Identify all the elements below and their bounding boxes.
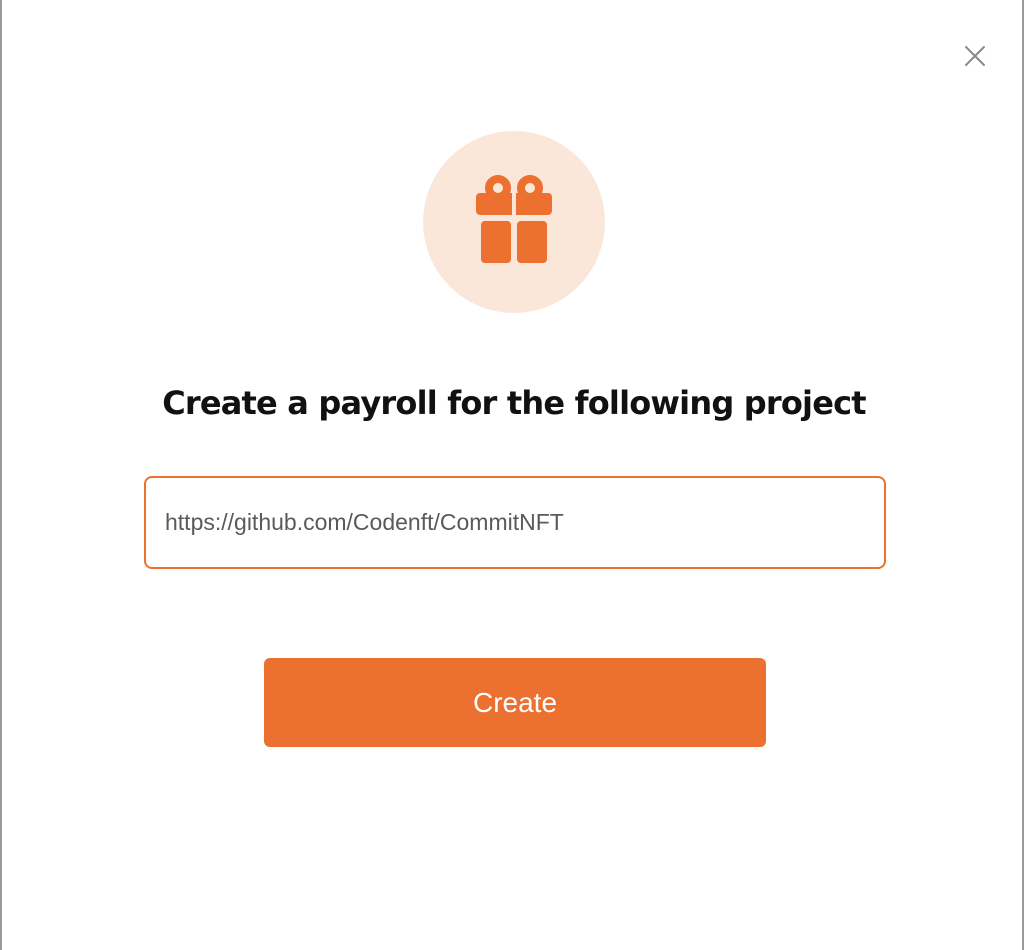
close-icon[interactable] (964, 45, 986, 67)
project-url-input[interactable] (146, 478, 884, 567)
project-url-field[interactable] (144, 476, 886, 569)
close-button[interactable] (960, 41, 990, 71)
create-payroll-dialog: Create a payroll for the following proje… (0, 0, 1024, 950)
gift-icon (476, 175, 552, 263)
create-button[interactable]: Create (264, 658, 766, 747)
gift-icon-badge (423, 131, 605, 313)
dialog-title: Create a payroll for the following proje… (162, 384, 866, 422)
